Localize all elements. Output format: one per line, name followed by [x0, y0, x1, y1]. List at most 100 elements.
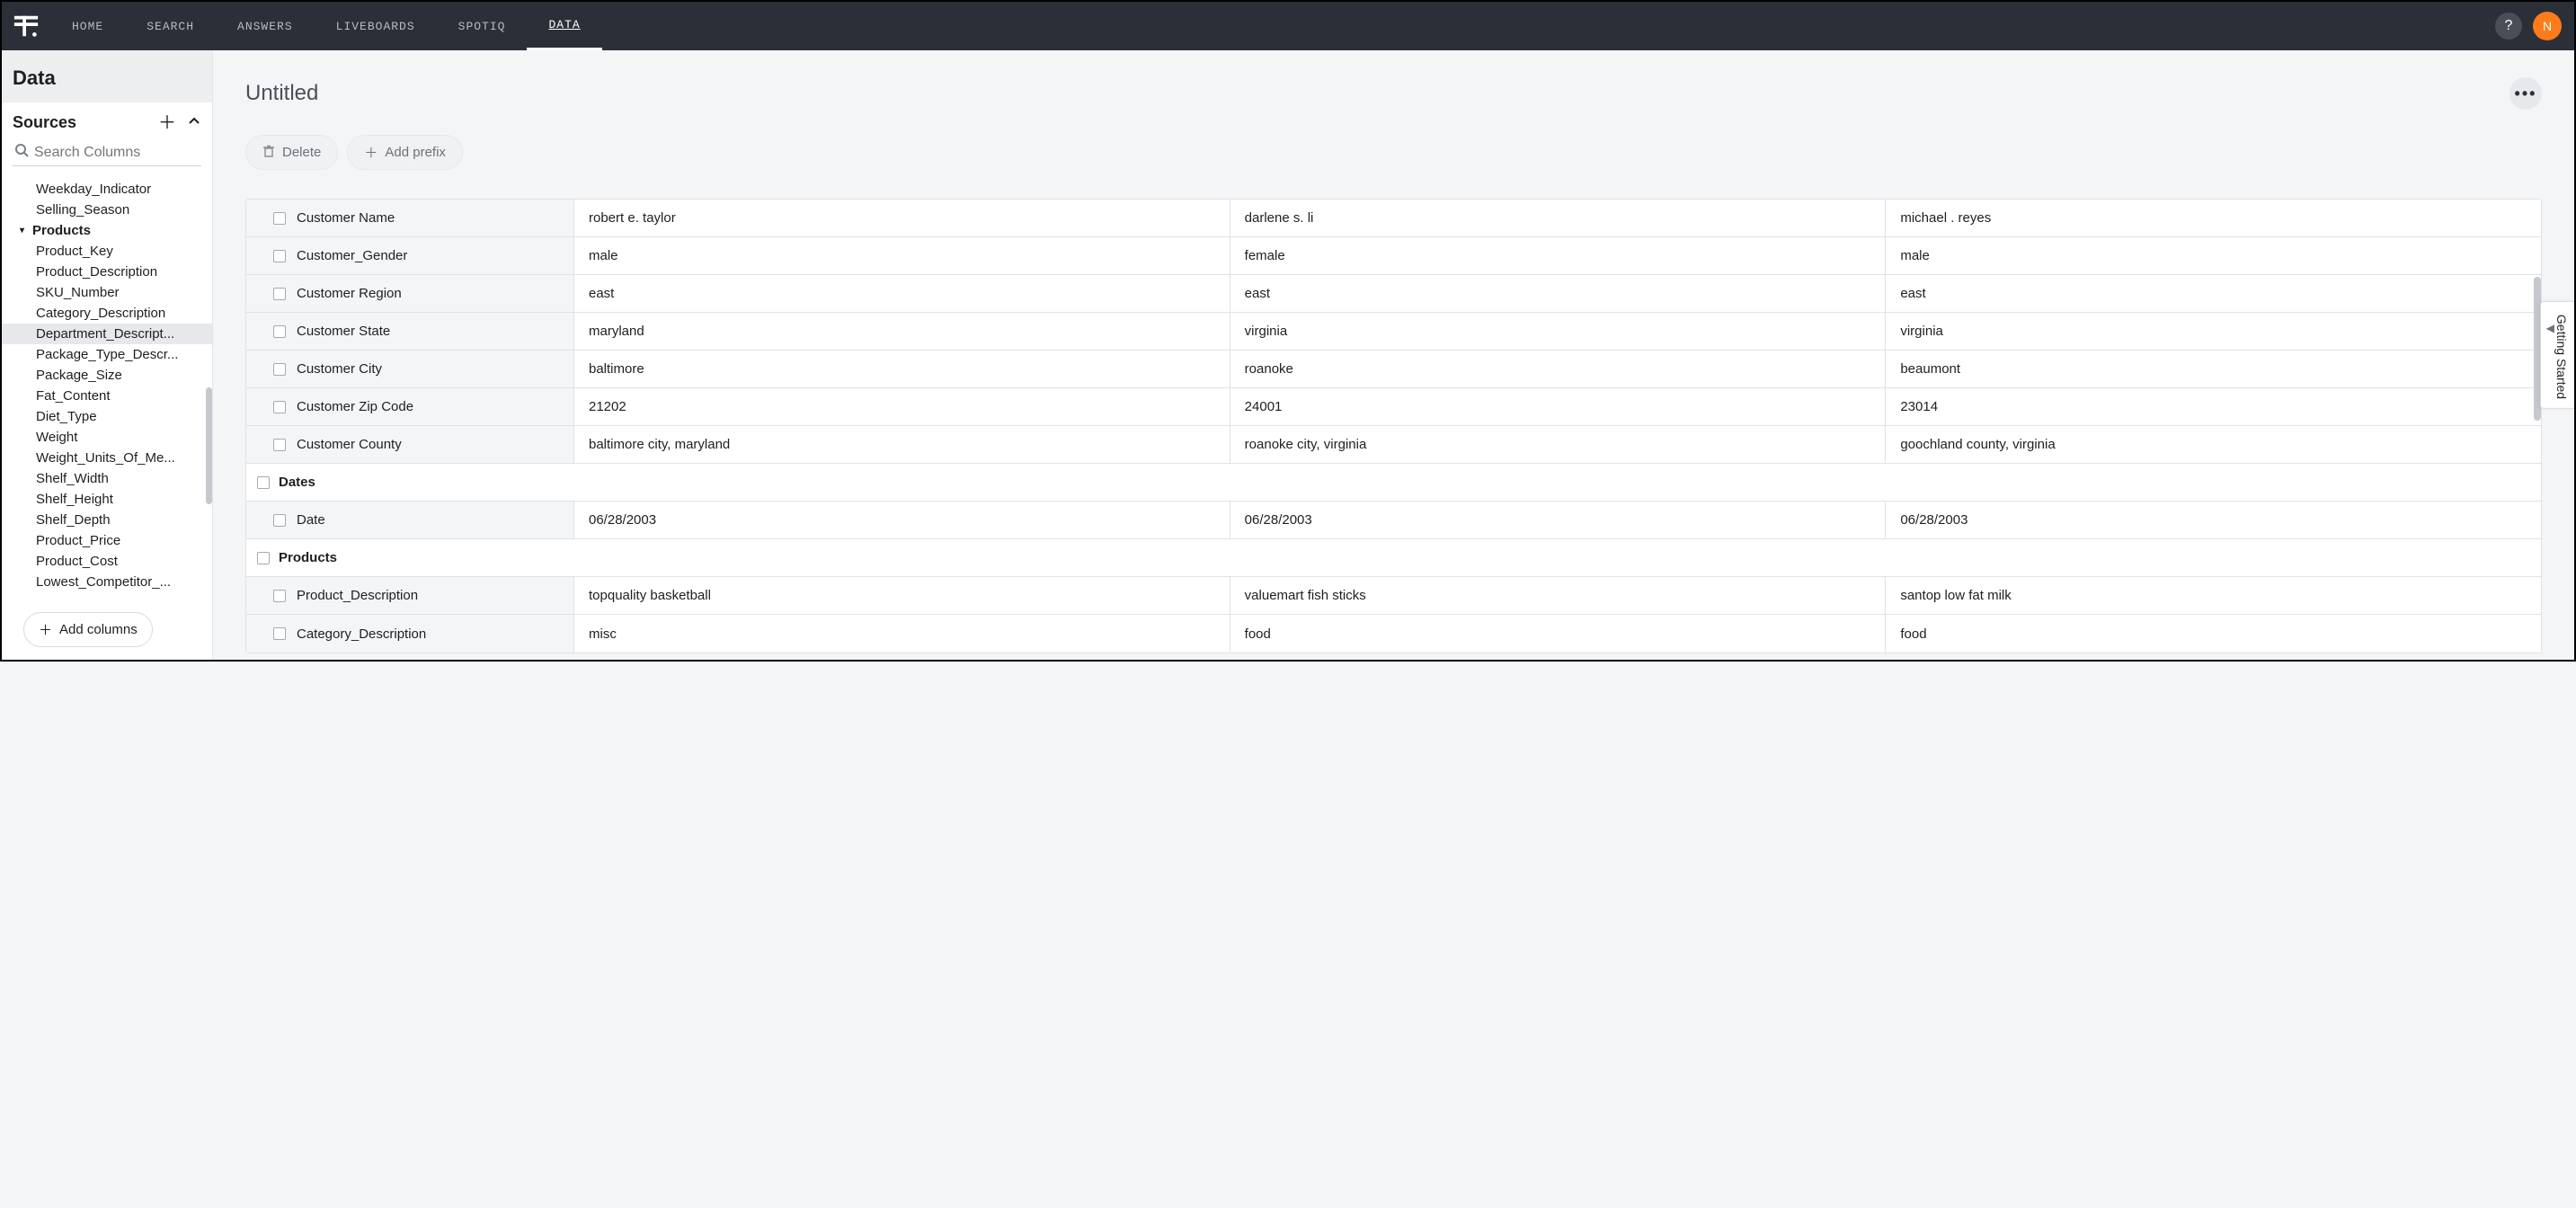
help-button[interactable]: ?: [2495, 13, 2522, 40]
tree-item[interactable]: Shelf_Width: [2, 468, 212, 489]
nav-item-answers[interactable]: ANSWERS: [216, 2, 315, 50]
table-data-cell: roanoke city, virginia: [1230, 426, 1887, 463]
table-data-cell: valuemart fish sticks: [1230, 577, 1887, 614]
section-label: Dates: [279, 475, 315, 490]
table-section-cell: Products: [246, 539, 2541, 576]
add-source-icon[interactable]: ＋: [158, 114, 176, 132]
table-data-cell: male: [574, 237, 1230, 274]
table-label-cell: Date: [246, 502, 574, 538]
add-prefix-button[interactable]: ＋ Add prefix: [347, 135, 463, 170]
table-data-cell: michael . reyes: [1886, 200, 2541, 236]
trash-icon: [262, 145, 275, 161]
row-checkbox[interactable]: [273, 627, 286, 640]
tree-item[interactable]: Shelf_Depth: [2, 510, 212, 530]
column-search[interactable]: [13, 139, 201, 166]
tree-item[interactable]: SKU_Number: [2, 282, 212, 303]
tree-scrollbar[interactable]: [206, 172, 212, 603]
section-label: Products: [279, 550, 337, 565]
section-checkbox[interactable]: [257, 476, 270, 489]
collapse-sources-icon[interactable]: [187, 114, 201, 132]
top-nav: HOMESEARCHANSWERSLIVEBOARDSSPOTIQDATA ? …: [2, 2, 2574, 50]
chevron-left-icon: ◀: [2546, 322, 2554, 334]
table-data-cell: female: [1230, 237, 1887, 274]
table-data-cell: robert e. taylor: [574, 200, 1230, 236]
row-checkbox[interactable]: [273, 212, 286, 225]
table-row: Customer Statemarylandvirginiavirginia: [246, 313, 2541, 351]
table-label-cell: Customer Zip Code: [246, 388, 574, 425]
delete-button[interactable]: Delete: [245, 135, 338, 170]
tree-item[interactable]: Product_Cost: [2, 551, 212, 572]
tree-item[interactable]: Product_Key: [2, 241, 212, 262]
tree-scrollbar-thumb[interactable]: [206, 387, 212, 504]
table-row: Customer Citybaltimoreroanokebeaumont: [246, 351, 2541, 388]
row-label: Customer Region: [297, 286, 402, 301]
row-checkbox[interactable]: [273, 363, 286, 376]
row-checkbox[interactable]: [273, 401, 286, 413]
table-label-cell: Category_Description: [246, 615, 574, 653]
table-data-cell: goochland county, virginia: [1886, 426, 2541, 463]
delete-label: Delete: [282, 145, 321, 160]
tree-item[interactable]: Product_Description: [2, 262, 212, 282]
table-data-cell: baltimore city, maryland: [574, 426, 1230, 463]
nav-item-spotiq[interactable]: SPOTIQ: [437, 2, 528, 50]
table-data-cell: topquality basketball: [574, 577, 1230, 614]
sidebar-title: Data: [13, 67, 200, 90]
row-checkbox[interactable]: [273, 250, 286, 262]
table-data-cell: roanoke: [1230, 351, 1887, 387]
tree-item[interactable]: Shelf_Height: [2, 489, 212, 510]
nav-item-search[interactable]: SEARCH: [125, 2, 216, 50]
table-data-cell: 21202: [574, 388, 1230, 425]
tree-item[interactable]: Weekday_Indicator: [2, 179, 212, 200]
table-row: Category_Descriptionmiscfoodfood: [246, 615, 2541, 653]
avatar[interactable]: N: [2533, 12, 2562, 40]
row-checkbox[interactable]: [273, 514, 286, 527]
section-checkbox[interactable]: [257, 552, 270, 564]
table-data-cell: 23014: [1886, 388, 2541, 425]
sources-label: Sources: [13, 113, 76, 132]
nav-item-home[interactable]: HOME: [50, 2, 125, 50]
tree-item[interactable]: Fat_Content: [2, 386, 212, 406]
more-menu-button[interactable]: •••: [2509, 77, 2542, 110]
row-checkbox[interactable]: [273, 590, 286, 602]
tree-item[interactable]: Lowest_Competitor_...: [2, 572, 212, 592]
nav-item-liveboards[interactable]: LIVEBOARDS: [315, 2, 437, 50]
tree-group[interactable]: ▾Products: [2, 220, 212, 241]
tree-item[interactable]: Category_Description: [2, 303, 212, 324]
row-label: Customer_Gender: [297, 248, 407, 263]
sidebar: Data Sources ＋ Weekday_IndicatorS: [2, 50, 213, 660]
nav-item-data[interactable]: DATA: [527, 2, 601, 50]
tree-item[interactable]: Diet_Type: [2, 406, 212, 427]
row-checkbox[interactable]: [273, 439, 286, 451]
tree-item[interactable]: Package_Type_Descr...: [2, 344, 212, 365]
add-columns-button[interactable]: ＋ Add columns: [23, 612, 153, 647]
row-label: Product_Description: [297, 588, 418, 603]
table-section-row: Products: [246, 539, 2541, 577]
table-row: Date06/28/200306/28/200306/28/2003: [246, 502, 2541, 539]
table-data-cell: male: [1886, 237, 2541, 274]
table-scrollbar[interactable]: [2534, 200, 2541, 653]
table-data-cell: food: [1886, 615, 2541, 653]
table-row: Customer Namerobert e. taylordarlene s. …: [246, 200, 2541, 237]
page-title[interactable]: Untitled: [245, 81, 318, 106]
table-data-cell: 06/28/2003: [574, 502, 1230, 538]
tree-item[interactable]: Product_Price: [2, 530, 212, 551]
table-section-cell: Dates: [246, 464, 2541, 501]
add-prefix-label: Add prefix: [385, 145, 446, 160]
table-data-cell: beaumont: [1886, 351, 2541, 387]
table-label-cell: Customer County: [246, 426, 574, 463]
table-label-cell: Customer Name: [246, 200, 574, 236]
row-label: Customer Name: [297, 210, 395, 226]
column-search-input[interactable]: [34, 145, 220, 161]
tree-item[interactable]: Weight_Units_Of_Me...: [2, 448, 212, 468]
row-checkbox[interactable]: [273, 325, 286, 338]
tree-item[interactable]: Selling_Season: [2, 200, 212, 220]
tree-item[interactable]: Department_Descript...: [2, 324, 212, 344]
row-label: Customer Zip Code: [297, 399, 413, 414]
tree-item[interactable]: Weight: [2, 427, 212, 448]
table-data-cell: east: [1230, 275, 1887, 312]
app-logo[interactable]: [2, 2, 50, 50]
getting-started-label: Getting Started: [2554, 315, 2569, 399]
tree-item[interactable]: Package_Size: [2, 365, 212, 386]
getting-started-tab[interactable]: Getting Started ◀: [2540, 301, 2574, 409]
row-checkbox[interactable]: [273, 288, 286, 300]
